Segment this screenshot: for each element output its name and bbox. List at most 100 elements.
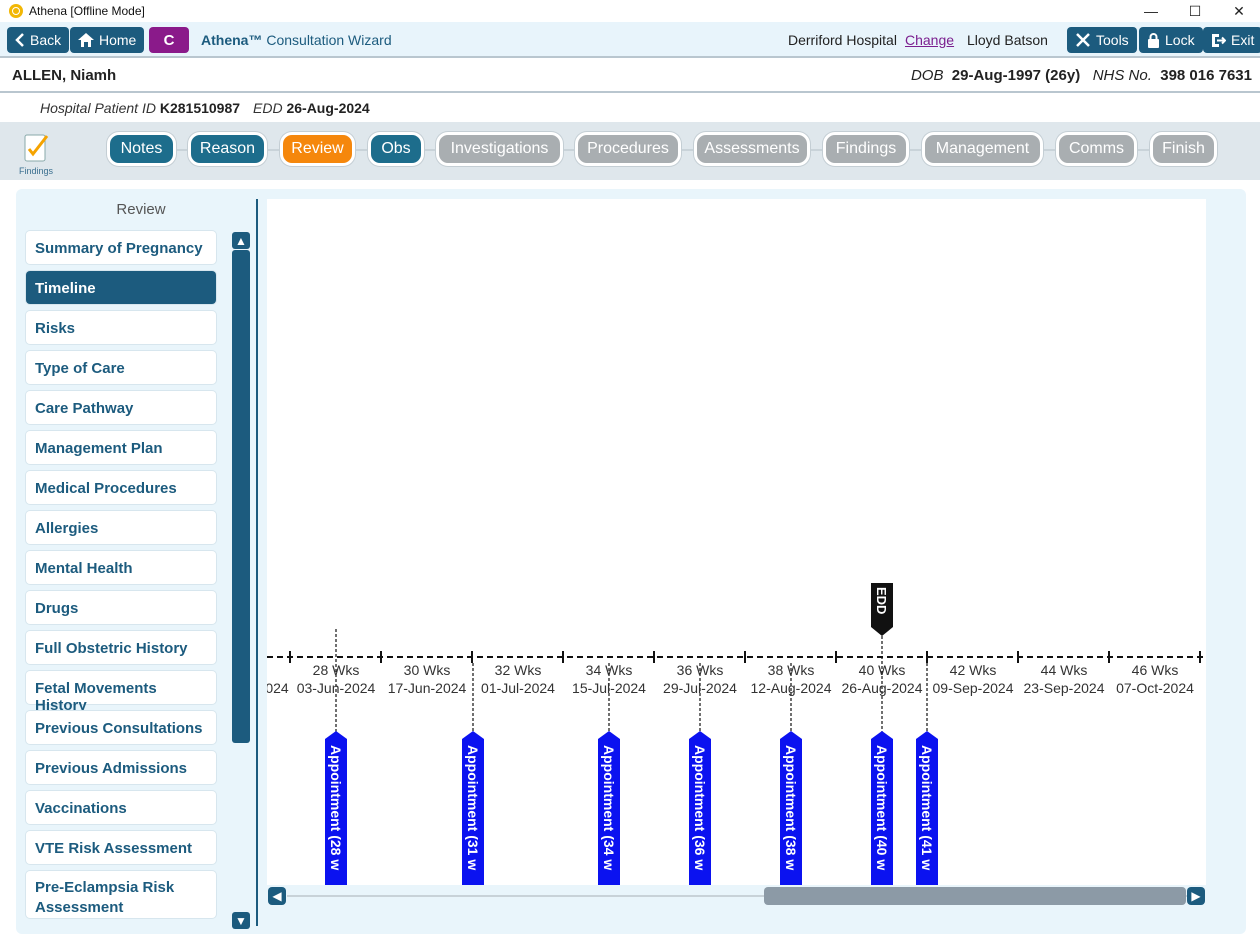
minimize-icon[interactable]: — [1128, 0, 1174, 22]
exit-button[interactable]: Exit [1203, 27, 1260, 53]
c-button[interactable]: C [149, 27, 189, 53]
scroll-right-button[interactable]: ▶ [1187, 887, 1205, 905]
step-review[interactable]: Review [280, 132, 355, 166]
sidebar-scroll-down[interactable]: ▼ [232, 912, 250, 929]
chevron-up-icon: ▲ [235, 233, 247, 248]
step-investigations[interactable]: Investigations [436, 132, 563, 166]
appointment-pointer [462, 731, 484, 739]
lock-icon [1148, 32, 1159, 48]
step-notes[interactable]: Notes [107, 132, 176, 166]
week-label: 34 Wks [585, 662, 633, 678]
appointment-pointer [689, 731, 711, 739]
timeline-hscrollbar: ◀ ▶ [267, 885, 1206, 907]
nav-full-obstetric-history[interactable]: Full Obstetric History [26, 631, 216, 664]
appointment-marker[interactable]: Appointment (38 w [780, 731, 802, 885]
step-procedures[interactable]: Procedures [575, 132, 681, 166]
appointment-label: Appointment (38 w [783, 745, 799, 871]
appointment-label: Appointment (40 w [874, 745, 890, 871]
scroll-thumb[interactable] [764, 887, 1186, 905]
nav-drugs[interactable]: Drugs [26, 591, 216, 624]
nav-vaccinations[interactable]: Vaccinations [26, 791, 216, 824]
nav-management-plan[interactable]: Management Plan [26, 431, 216, 464]
week-label: 42 Wks [949, 662, 997, 678]
patient-id-bar: Hospital Patient ID K281510987 EDD 26-Au… [0, 95, 1260, 122]
appointment-marker[interactable]: Appointment (28 w [325, 731, 347, 885]
chevron-left-icon [15, 33, 24, 47]
step-management[interactable]: Management [922, 132, 1043, 166]
home-icon [78, 33, 94, 47]
date-label: 12-Aug-2024 [750, 680, 832, 696]
nav-timeline[interactable]: Timeline [26, 271, 216, 304]
date-label: 29-Jul-2024 [663, 680, 737, 696]
tools-button[interactable]: Tools [1067, 27, 1137, 53]
nav-care-pathway[interactable]: Care Pathway [26, 391, 216, 424]
appointment-pointer [598, 731, 620, 739]
appointment-marker[interactable]: Appointment (40 w [871, 731, 893, 885]
sidebar-divider [256, 199, 258, 926]
pregnancy-timeline[interactable]: 28 Wks 30 Wks 32 Wks 34 Wks 36 Wks 38 Wk… [267, 199, 1206, 885]
chevron-down-icon: ▼ [235, 913, 247, 928]
appointment-marker[interactable]: Appointment (31 w [462, 731, 484, 885]
top-toolbar: Back Home C Athena™ Consultation Wizard … [0, 22, 1260, 58]
appointment-marker[interactable]: Appointment (41 w [916, 731, 938, 885]
hpid-label: Hospital Patient ID [40, 100, 156, 116]
maximize-icon[interactable]: ☐ [1172, 0, 1218, 22]
nav-risks[interactable]: Risks [26, 311, 216, 344]
sidebar-scrollbar-thumb[interactable] [232, 250, 250, 743]
user-name: Lloyd Batson [967, 32, 1048, 48]
dob-label: DOB [910, 67, 944, 84]
nav-previous-consultations[interactable]: Previous Consultations [26, 711, 216, 744]
timeline-axis [267, 629, 1206, 739]
date-label: 09-Sep-2024 [932, 680, 1014, 696]
home-button[interactable]: Home [70, 27, 145, 53]
nav-pre-eclampsia-risk-assessment[interactable]: Pre-Eclampsia Risk Assessment [26, 871, 216, 918]
tools-icon [1076, 33, 1090, 47]
nav-medical-procedures[interactable]: Medical Procedures [26, 471, 216, 504]
edd-value: 26-Aug-2024 [286, 100, 370, 116]
step-comms[interactable]: Comms [1056, 132, 1137, 166]
edd-marker[interactable]: EDD [871, 583, 893, 636]
nav-vte-risk-assessment[interactable]: VTE Risk Assessment [26, 831, 216, 864]
exit-label: Exit [1231, 32, 1255, 48]
nav-allergies[interactable]: Allergies [26, 511, 216, 544]
home-label: Home [99, 32, 137, 48]
findings-shortcut[interactable]: Findings [16, 132, 56, 178]
edd-marker-label: EDD [874, 587, 889, 615]
chevron-left-icon: ◀ [272, 889, 282, 903]
lock-button[interactable]: Lock [1139, 27, 1203, 53]
lock-label: Lock [1165, 32, 1195, 48]
date-label: 07-Oct-2024 [1116, 680, 1194, 696]
wizard-name: Consultation Wizard [266, 32, 392, 48]
tools-label: Tools [1096, 32, 1129, 48]
close-icon[interactable]: ✕ [1216, 0, 1260, 22]
step-finish[interactable]: Finish [1150, 132, 1217, 166]
week-label: 28 Wks [312, 662, 360, 678]
review-title: Review [116, 201, 166, 218]
nav-type-of-care[interactable]: Type of Care [26, 351, 216, 384]
window-titlebar: Athena [Offline Mode] [0, 0, 1260, 22]
wizard-title: Athena™ Consultation Wizard [201, 32, 392, 48]
date-label: 03-Jun-2024 [296, 680, 376, 696]
scroll-left-button[interactable]: ◀ [268, 887, 286, 905]
step-assessments[interactable]: Assessments [694, 132, 810, 166]
appointment-marker[interactable]: Appointment (34 w [598, 731, 620, 885]
step-obs[interactable]: Obs [368, 132, 424, 166]
wizard-steps: Findings Notes Reason Review Obs Investi… [0, 122, 1260, 180]
date-label: 15-Jul-2024 [572, 680, 646, 696]
change-hospital-link[interactable]: Change [905, 32, 954, 48]
nav-fetal-movements-history[interactable]: Fetal Movements History [26, 671, 216, 714]
back-button[interactable]: Back [7, 27, 70, 53]
step-reason[interactable]: Reason [188, 132, 267, 166]
appointment-label: Appointment (34 w [601, 745, 617, 871]
nav-mental-health[interactable]: Mental Health [26, 551, 216, 584]
appointment-label: Appointment (31 w [465, 745, 481, 871]
step-findings[interactable]: Findings [823, 132, 909, 166]
appointment-marker[interactable]: Appointment (36 w [689, 731, 711, 885]
nav-summary-of-pregnancy[interactable]: Summary of Pregnancy [26, 231, 216, 264]
appointment-pointer [916, 731, 938, 739]
hospital-name: Derriford Hospital [788, 32, 897, 48]
nav-previous-admissions[interactable]: Previous Admissions [26, 751, 216, 784]
edd-label: EDD [253, 100, 283, 116]
sidebar-scroll-up[interactable]: ▲ [232, 232, 250, 249]
product-name: Athena™ [201, 32, 263, 48]
